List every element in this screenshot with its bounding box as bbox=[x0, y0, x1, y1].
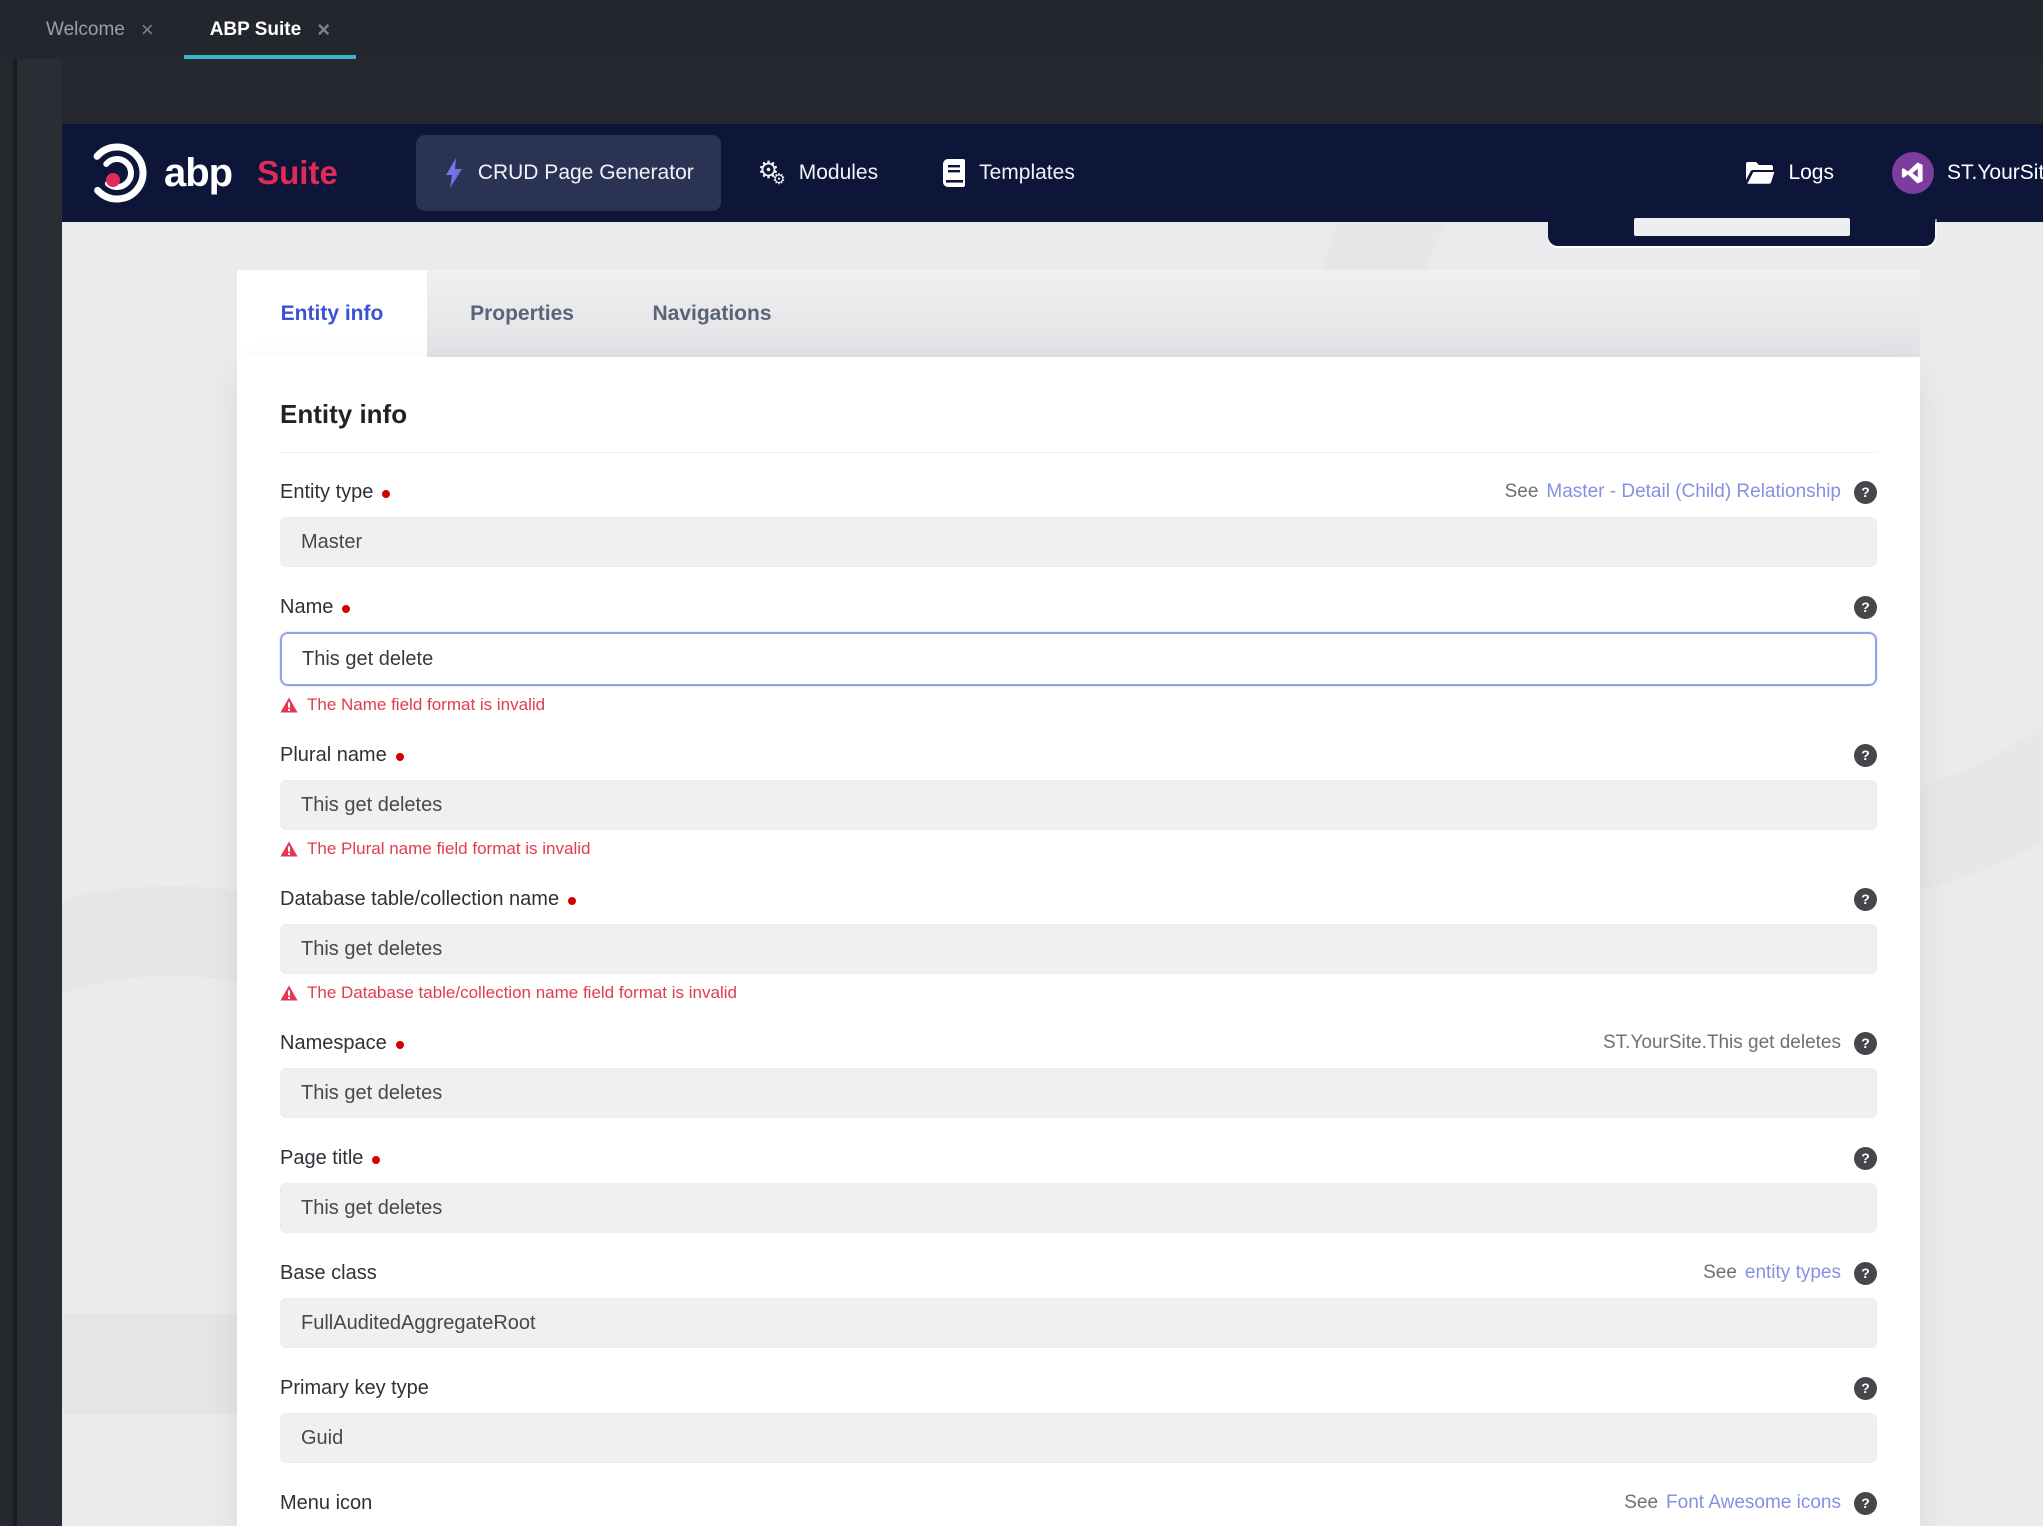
entity-tabs: Entity info Properties Navigations bbox=[237, 270, 1920, 357]
field-label: Base class bbox=[280, 1261, 377, 1284]
see-text: See bbox=[1703, 1262, 1737, 1283]
warning-icon bbox=[280, 985, 298, 1001]
entity-info-panel: Entity info Entity type See Master - Det… bbox=[237, 357, 1920, 1526]
base-class-input[interactable] bbox=[280, 1298, 1877, 1348]
field-label: Database table/collection name bbox=[280, 888, 577, 911]
error-text: The Database table/collection name field… bbox=[307, 983, 737, 1002]
validation-error: The Name field format is invalid bbox=[280, 695, 1877, 715]
window-tab-bar: Welcome × ABP Suite × bbox=[0, 0, 2043, 59]
field-namespace: Namespace ST.YourSite.This get deletes ? bbox=[280, 1030, 1877, 1118]
field-label: Menu icon bbox=[280, 1491, 373, 1514]
field-plural-name: Plural name ? The Plura bbox=[280, 742, 1877, 859]
database-table-name-input[interactable] bbox=[280, 924, 1877, 974]
field-label: Namespace bbox=[280, 1032, 404, 1055]
name-input[interactable] bbox=[280, 632, 1877, 686]
close-icon[interactable]: × bbox=[317, 18, 330, 41]
namespace-preview: ST.YourSite.This get deletes bbox=[1603, 1032, 1841, 1053]
nav-item-label: Modules bbox=[798, 161, 879, 184]
progress-toast bbox=[1548, 218, 1935, 246]
window-tab-label: ABP Suite bbox=[209, 18, 302, 40]
namespace-input[interactable] bbox=[280, 1068, 1877, 1118]
field-database-table-name: Database table/collection name ? This ge… bbox=[280, 886, 1877, 1003]
help-icon[interactable]: ? bbox=[1854, 1261, 1877, 1285]
window-tab-label: Welcome bbox=[46, 18, 125, 40]
field-label: Plural name bbox=[280, 744, 404, 767]
abp-logo-icon bbox=[86, 142, 148, 204]
help-icon[interactable]: ? bbox=[1854, 1376, 1877, 1400]
brand-suffix: Suite bbox=[257, 154, 338, 191]
validation-error: The Plural name field format is invalid bbox=[280, 839, 1877, 859]
nav-item-templates[interactable]: Templates bbox=[915, 135, 1102, 211]
field-entity-type: Entity type See Master - Detail (Child) … bbox=[280, 479, 1877, 567]
entity-types-link[interactable]: entity types bbox=[1745, 1262, 1841, 1284]
field-primary-key-type: Primary key type ? bbox=[280, 1375, 1877, 1463]
master-detail-relationship-link[interactable]: Master - Detail (Child) Relationship bbox=[1546, 481, 1841, 503]
field-label: Entity type bbox=[280, 481, 391, 504]
required-dot bbox=[568, 896, 577, 905]
field-label: Name bbox=[280, 596, 351, 619]
window-tab-welcome[interactable]: Welcome × bbox=[18, 0, 182, 59]
required-dot bbox=[395, 1040, 404, 1049]
progress-bar bbox=[1634, 218, 1850, 236]
plural-name-input[interactable] bbox=[280, 780, 1877, 830]
tab-navigations[interactable]: Navigations bbox=[617, 270, 807, 357]
nav-item-crud-page-generator[interactable]: CRUD Page Generator bbox=[415, 135, 721, 211]
field-menu-icon: Menu icon See Font Awesome icons ? fa fa… bbox=[280, 1490, 1877, 1526]
required-dot bbox=[342, 604, 351, 613]
field-base-class: Base class See entity types ? bbox=[280, 1260, 1877, 1348]
lightning-icon bbox=[443, 158, 465, 188]
help-icon[interactable]: ? bbox=[1854, 1031, 1877, 1055]
navbar-right: Logs ST.YourSite bbox=[1745, 152, 2043, 194]
help-icon[interactable]: ? bbox=[1854, 595, 1877, 619]
validation-error: The Database table/collection name field… bbox=[280, 983, 1877, 1003]
folder-icon bbox=[1745, 161, 1775, 185]
field-page-title: Page title ? bbox=[280, 1145, 1877, 1233]
tab-properties[interactable]: Properties bbox=[427, 270, 617, 357]
close-icon[interactable]: × bbox=[141, 18, 154, 41]
nav-menu: CRUD Page Generator ⚙⚙ Modules Templates bbox=[415, 135, 1102, 211]
error-text: The Plural name field format is invalid bbox=[307, 839, 591, 858]
font-awesome-icons-link[interactable]: Font Awesome icons bbox=[1666, 1492, 1841, 1514]
field-name: Name ? The Name field f bbox=[280, 594, 1877, 715]
entity-type-input[interactable] bbox=[280, 517, 1877, 567]
window-tab-abp-suite[interactable]: ABP Suite × bbox=[182, 0, 358, 59]
nav-item-label: Templates bbox=[979, 161, 1075, 184]
field-label: Primary key type bbox=[280, 1376, 429, 1399]
nav-item-modules[interactable]: ⚙⚙ Modules bbox=[731, 135, 905, 211]
abp-suite-page: abp Suite CRUD Page Generator ⚙⚙ Modules bbox=[62, 124, 2043, 1526]
abp-suite-logo[interactable]: abp Suite bbox=[86, 142, 338, 204]
entity-card: Entity info Properties Navigations Entit… bbox=[237, 270, 1920, 1526]
error-text: The Name field format is invalid bbox=[307, 695, 546, 714]
field-label: Page title bbox=[280, 1147, 381, 1170]
see-text: See bbox=[1624, 1492, 1659, 1513]
entity-form: Entity type See Master - Detail (Child) … bbox=[280, 479, 1877, 1526]
gears-icon: ⚙⚙ bbox=[757, 157, 786, 188]
main-navbar: abp Suite CRUD Page Generator ⚙⚙ Modules bbox=[62, 124, 2043, 222]
warning-icon bbox=[280, 697, 298, 713]
help-icon[interactable]: ? bbox=[1854, 743, 1877, 767]
help-icon[interactable]: ? bbox=[1854, 887, 1877, 911]
required-dot bbox=[395, 752, 404, 761]
brand-name: abp bbox=[164, 150, 233, 195]
project-name: ST.YourSite bbox=[1947, 161, 2043, 184]
visual-studio-icon bbox=[1892, 152, 1934, 194]
logs-label: Logs bbox=[1788, 161, 1834, 184]
warning-icon bbox=[280, 841, 298, 857]
frame-left-gutter bbox=[17, 59, 62, 1526]
help-icon[interactable]: ? bbox=[1854, 1491, 1877, 1515]
required-dot bbox=[372, 1155, 381, 1164]
see-text: See bbox=[1504, 481, 1539, 502]
page-title-input[interactable] bbox=[280, 1183, 1877, 1233]
nav-item-label: CRUD Page Generator bbox=[477, 161, 694, 184]
book-icon bbox=[942, 159, 966, 187]
primary-key-type-input[interactable] bbox=[280, 1413, 1877, 1463]
help-icon[interactable]: ? bbox=[1854, 480, 1877, 504]
panel-heading: Entity info bbox=[280, 399, 1877, 453]
logs-button[interactable]: Logs bbox=[1745, 161, 1834, 185]
project-button[interactable]: ST.YourSite bbox=[1892, 152, 2043, 194]
help-icon[interactable]: ? bbox=[1854, 1146, 1877, 1170]
required-dot bbox=[382, 489, 391, 498]
tab-entity-info[interactable]: Entity info bbox=[237, 270, 427, 357]
